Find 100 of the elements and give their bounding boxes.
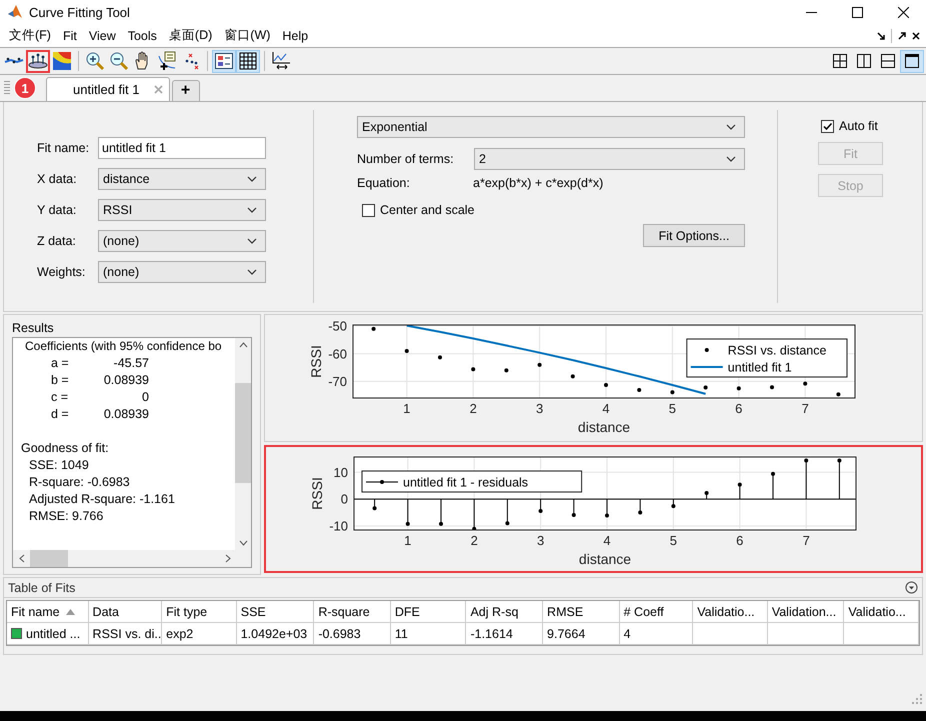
fit-options-button[interactable]: Fit Options... bbox=[643, 224, 745, 247]
resize-grip-icon[interactable] bbox=[912, 694, 923, 705]
data-point bbox=[538, 362, 542, 367]
data-dropdown[interactable]: RSSI bbox=[98, 199, 266, 221]
coefficient-value: 0.08939 bbox=[102, 372, 149, 389]
close-icon[interactable] bbox=[912, 32, 920, 40]
scrollbar-thumb[interactable] bbox=[30, 550, 68, 567]
tick-label: -10 bbox=[329, 518, 348, 534]
legend-icon[interactable] bbox=[212, 50, 236, 72]
checkbox-label: Center and scale bbox=[380, 203, 475, 217]
menu-item[interactable]: 桌面(D) bbox=[164, 27, 220, 44]
fit-name-field[interactable]: untitled fit 1 bbox=[98, 137, 266, 159]
point bbox=[438, 522, 443, 526]
fit-type-dropdown[interactable]: Exponential bbox=[357, 116, 745, 138]
point bbox=[538, 508, 543, 513]
scrollbar-thumb[interactable] bbox=[235, 383, 251, 483]
point bbox=[804, 458, 808, 462]
scroll-right-icon[interactable] bbox=[225, 554, 231, 563]
tick-label: 5 bbox=[668, 401, 676, 416]
data-point bbox=[438, 355, 442, 360]
point bbox=[505, 521, 510, 526]
menu-item[interactable]: Tools bbox=[122, 28, 164, 42]
data-point bbox=[570, 374, 575, 378]
column-header[interactable]: DFE bbox=[390, 601, 466, 623]
data-point bbox=[404, 349, 409, 353]
point bbox=[372, 506, 377, 510]
menu-item[interactable]: 文件(F) bbox=[4, 27, 58, 44]
undock-arrow-icon[interactable] bbox=[898, 32, 906, 40]
data-point bbox=[770, 385, 774, 390]
table-cell: 1.0492e+03 bbox=[240, 626, 308, 640]
field-label: Y data: bbox=[37, 203, 78, 217]
close-icon[interactable] bbox=[898, 6, 908, 18]
table-cell: 9.7664 bbox=[547, 626, 586, 640]
table-cell: 11 bbox=[394, 626, 408, 640]
field-label: X data: bbox=[37, 172, 78, 186]
scroll-down-icon[interactable] bbox=[238, 540, 248, 546]
menu-item[interactable]: Help bbox=[277, 28, 316, 42]
checkbox[interactable] bbox=[362, 204, 375, 216]
scroll-up-icon[interactable] bbox=[238, 342, 248, 348]
table-cell: 4 bbox=[624, 626, 631, 640]
data-point bbox=[670, 390, 674, 394]
axis-label: RSSI bbox=[309, 477, 325, 510]
tick-label: 1 bbox=[403, 401, 410, 416]
point bbox=[704, 490, 709, 495]
menu-item[interactable]: View bbox=[84, 28, 123, 42]
tick-label: -70 bbox=[328, 374, 347, 389]
data-dropdown[interactable]: (none) bbox=[98, 230, 266, 252]
caret-icon bbox=[247, 238, 257, 244]
point bbox=[671, 504, 676, 508]
scroll-left-icon[interactable] bbox=[19, 554, 25, 563]
column-header[interactable]: RMSE bbox=[543, 601, 620, 623]
menu-item[interactable]: Fit bbox=[58, 28, 84, 42]
tick-label: 4 bbox=[603, 533, 611, 548]
caret-icon bbox=[247, 207, 257, 213]
single-layout-icon[interactable] bbox=[900, 50, 924, 72]
axis-label: RSSI bbox=[308, 345, 324, 378]
legend-label: untitled fit 1 - residuals bbox=[403, 476, 528, 490]
axis-label: distance bbox=[578, 419, 630, 435]
point bbox=[770, 472, 775, 476]
column-header[interactable]: Fit name bbox=[7, 601, 89, 623]
terms-dropdown[interactable]: 2 bbox=[474, 148, 745, 170]
column-header[interactable]: Validatio... bbox=[693, 601, 768, 623]
legend-swatch bbox=[704, 348, 709, 352]
colormap-icon[interactable] bbox=[50, 50, 74, 72]
menu-item[interactable]: 窗口(W) bbox=[219, 27, 278, 44]
statistic-text: SSE: 1049 bbox=[28, 457, 90, 474]
data-point bbox=[803, 382, 808, 386]
column-header[interactable]: Validation... bbox=[768, 601, 844, 623]
surface-points-icon[interactable] bbox=[26, 50, 50, 72]
grid-icon[interactable] bbox=[236, 50, 260, 72]
column-header[interactable]: Validatio... bbox=[844, 601, 919, 623]
app-logo-icon bbox=[7, 4, 23, 20]
tick-label: 2 bbox=[470, 533, 478, 548]
dock-arrow-icon[interactable] bbox=[877, 32, 885, 40]
data-dropdown[interactable]: (none) bbox=[98, 261, 266, 283]
collapse-icon[interactable] bbox=[905, 581, 918, 594]
coefficient-name: c = bbox=[51, 389, 70, 406]
column-header[interactable]: Fit type bbox=[162, 601, 237, 623]
horizontal-scrollbar[interactable] bbox=[13, 550, 251, 567]
tick-label: 1 bbox=[404, 533, 412, 548]
coefficient-value: 0.08939 bbox=[102, 406, 149, 423]
field-label: Z data: bbox=[37, 234, 77, 248]
add-tab-button[interactable]: + bbox=[172, 80, 200, 101]
column-header[interactable]: Adj R-sq bbox=[466, 601, 544, 623]
point bbox=[406, 522, 410, 526]
checkbox[interactable] bbox=[821, 120, 834, 132]
data-dropdown[interactable]: distance bbox=[98, 168, 266, 190]
caret-icon bbox=[247, 269, 257, 275]
maximize-icon[interactable] bbox=[852, 6, 862, 18]
table-cell: RSSI vs. di... bbox=[92, 626, 162, 640]
column-header[interactable]: R-square bbox=[314, 601, 391, 623]
column-header[interactable]: # Coeff bbox=[620, 601, 694, 623]
vertical-scrollbar[interactable] bbox=[235, 338, 251, 550]
statistic-text: R-square: -0.6983 bbox=[28, 474, 131, 491]
tick-label: 7 bbox=[802, 401, 809, 416]
tick-label: -60 bbox=[328, 346, 347, 362]
tick-label: 3 bbox=[536, 533, 544, 548]
column-header[interactable]: Data bbox=[88, 601, 162, 623]
fit-tab[interactable]: untitled fit 1 bbox=[46, 77, 170, 101]
column-header[interactable]: SSE bbox=[236, 601, 314, 623]
